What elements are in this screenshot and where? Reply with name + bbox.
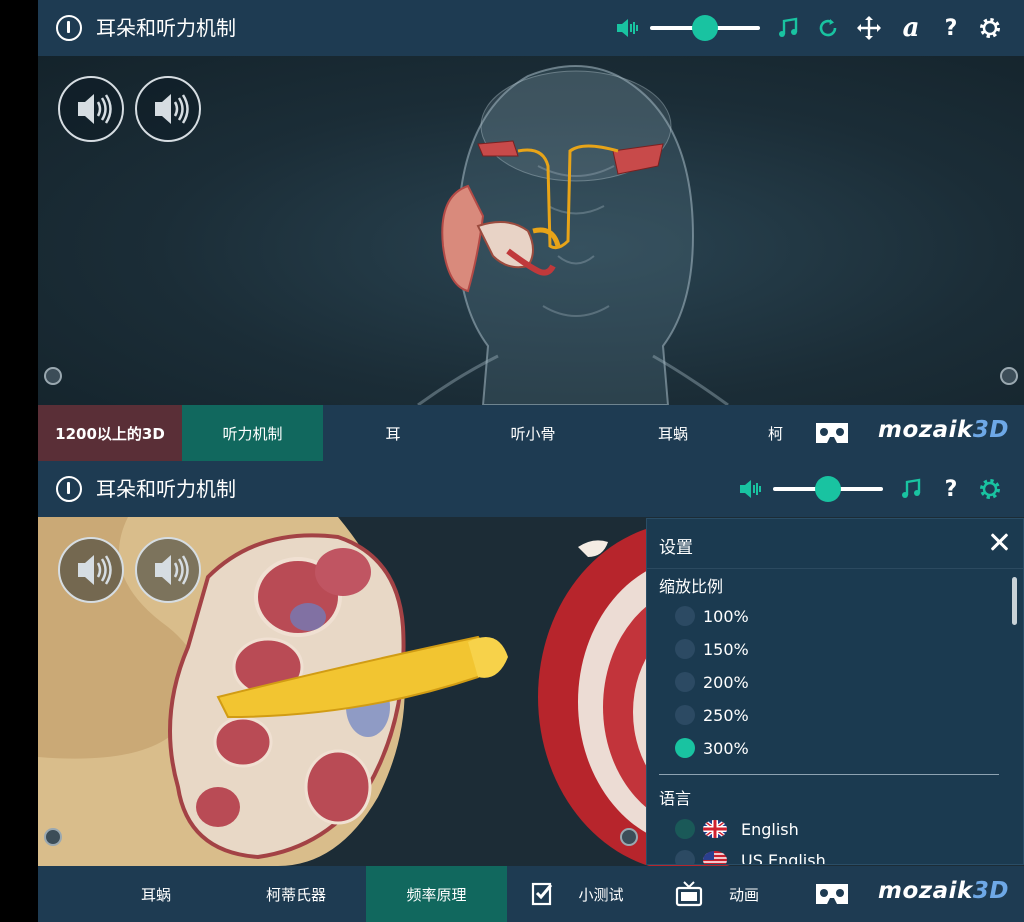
zoom-option-label: 250% bbox=[703, 705, 749, 725]
volume-icon[interactable] bbox=[736, 473, 766, 505]
tab-ear[interactable]: 耳 bbox=[323, 405, 463, 461]
reset-icon[interactable] bbox=[813, 12, 843, 44]
zoom-option-label: 300% bbox=[703, 738, 749, 758]
scene-marker-left[interactable] bbox=[44, 828, 62, 846]
zoom-option-label: 200% bbox=[703, 672, 749, 692]
zoom-option-label: 150% bbox=[703, 639, 749, 659]
volume-slider-knob[interactable] bbox=[815, 476, 841, 502]
settings-divider bbox=[659, 774, 999, 775]
page-title: 耳朵和听力机制 bbox=[96, 477, 236, 501]
tab-cochlea[interactable]: 耳蜗 bbox=[86, 866, 226, 922]
tab-organ-of-corti[interactable]: 柯蒂氏器 bbox=[226, 866, 366, 922]
settings-title: 设置 bbox=[659, 538, 693, 558]
page-title: 耳朵和听力机制 bbox=[96, 16, 236, 40]
zoom-option[interactable]: 250% bbox=[675, 702, 749, 728]
bottom-toolbar: 耳朵和听力机制 ? bbox=[38, 461, 1024, 517]
info-icon[interactable] bbox=[56, 476, 82, 502]
settings-scrollbar[interactable] bbox=[1012, 577, 1017, 625]
settings-dialog: 设置 缩放比例 100% 150% 200% 250% 300% 语言 English … bbox=[646, 518, 1024, 865]
language-label: 语言 bbox=[659, 789, 692, 808]
tab-3d-library[interactable]: 1200以上的3D bbox=[38, 405, 182, 461]
zoom-label: 缩放比例 bbox=[659, 577, 724, 596]
help-icon[interactable]: ? bbox=[936, 12, 966, 44]
volume-slider[interactable] bbox=[773, 476, 883, 502]
tab-hearing-mechanism[interactable]: 听力机制 bbox=[182, 405, 323, 461]
tab-quiz[interactable]: 小测试 bbox=[507, 866, 647, 922]
zoom-radio[interactable] bbox=[675, 738, 695, 758]
quiz-icon bbox=[532, 882, 553, 906]
vr-headset-icon[interactable] bbox=[814, 420, 850, 446]
help-icon[interactable]: ? bbox=[936, 473, 966, 505]
zoom-option[interactable]: 100% bbox=[675, 603, 749, 629]
brand-area: mozaik3D bbox=[794, 866, 1024, 922]
language-option-label: US English bbox=[741, 850, 826, 865]
volume-slider-knob[interactable] bbox=[692, 15, 718, 41]
info-icon[interactable] bbox=[56, 15, 82, 41]
font-icon[interactable]: a bbox=[896, 12, 926, 44]
uk-flag-icon bbox=[703, 820, 727, 838]
move-icon[interactable] bbox=[854, 12, 884, 44]
language-option-label: English bbox=[741, 819, 799, 839]
volume-slider[interactable] bbox=[650, 15, 760, 41]
music-icon[interactable] bbox=[773, 12, 803, 44]
zoom-option[interactable]: 200% bbox=[675, 669, 749, 695]
tab-animation[interactable]: 动画 bbox=[647, 866, 787, 922]
zoom-option[interactable]: 150% bbox=[675, 636, 749, 662]
head-3d-scene[interactable] bbox=[38, 56, 1024, 405]
zoom-radio[interactable] bbox=[675, 639, 695, 659]
zoom-radio[interactable] bbox=[675, 672, 695, 692]
sound-right-button[interactable] bbox=[135, 76, 201, 142]
tab-frequency-principle[interactable]: 频率原理 bbox=[366, 866, 507, 922]
brand-area: mozaik3D bbox=[794, 405, 1024, 461]
tab-quiz-label: 小测试 bbox=[578, 885, 624, 904]
us-flag-icon bbox=[703, 851, 727, 864]
volume-icon[interactable] bbox=[613, 12, 643, 44]
gear-icon[interactable] bbox=[975, 473, 1005, 505]
scene-marker-right[interactable] bbox=[620, 828, 638, 846]
mozaik3d-logo[interactable]: mozaik3D bbox=[878, 417, 1009, 443]
tab-ossicles[interactable]: 听小骨 bbox=[463, 405, 603, 461]
close-icon[interactable] bbox=[989, 531, 1011, 553]
gear-icon[interactable] bbox=[975, 12, 1005, 44]
language-option-us-english[interactable]: US English bbox=[675, 847, 826, 865]
tab-animation-label: 动画 bbox=[728, 885, 759, 904]
zoom-radio[interactable] bbox=[675, 606, 695, 626]
language-option-english[interactable]: English bbox=[675, 816, 799, 842]
tab-cochlea[interactable]: 耳蜗 bbox=[603, 405, 743, 461]
top-app-panel: 耳朵和听力机制 a ? 1200以上的3D 听力机制 耳 听小骨 耳蜗 柯 mo… bbox=[38, 0, 1024, 461]
language-radio[interactable] bbox=[675, 819, 695, 839]
zoom-option-label: 100% bbox=[703, 606, 749, 626]
scene-marker-right[interactable] bbox=[1000, 367, 1018, 385]
tv-icon bbox=[675, 881, 703, 907]
sound-left-button[interactable] bbox=[58, 537, 124, 603]
zoom-option[interactable]: 300% bbox=[675, 735, 749, 761]
sound-left-button[interactable] bbox=[58, 76, 124, 142]
bottom-tab-bar: 耳蜗 柯蒂氏器 频率原理 小测试 动画 mozaik3D bbox=[38, 866, 1024, 922]
scene-marker-left[interactable] bbox=[44, 367, 62, 385]
settings-header: 设置 bbox=[647, 519, 1023, 569]
top-tab-bar: 1200以上的3D 听力机制 耳 听小骨 耳蜗 柯 mozaik3D bbox=[38, 405, 1024, 461]
language-radio[interactable] bbox=[675, 850, 695, 864]
sound-right-button[interactable] bbox=[135, 537, 201, 603]
bottom-app-panel: 耳朵和听力机制 ? 设置 缩放比例 100% 150% 200% 250% 30… bbox=[38, 461, 1024, 922]
mozaik3d-logo[interactable]: mozaik3D bbox=[878, 878, 1009, 904]
music-icon[interactable] bbox=[896, 473, 926, 505]
zoom-radio[interactable] bbox=[675, 705, 695, 725]
top-toolbar: 耳朵和听力机制 a ? bbox=[38, 0, 1024, 56]
vr-headset-icon[interactable] bbox=[814, 881, 850, 907]
